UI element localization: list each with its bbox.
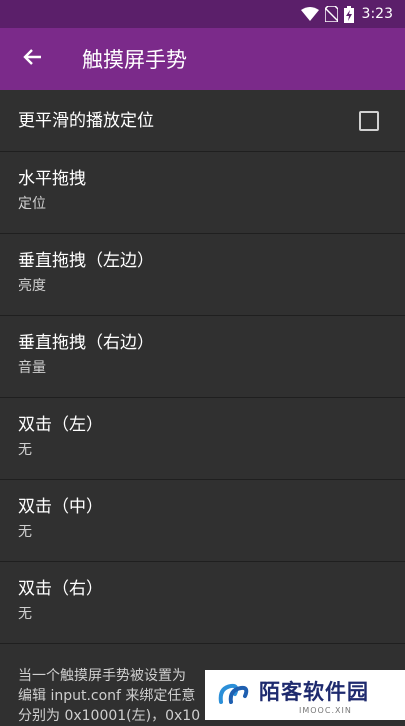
setting-vertical-drag-right[interactable]: 垂直拖拽（右边） 音量 — [0, 316, 405, 398]
setting-horizontal-drag[interactable]: 水平拖拽 定位 — [0, 152, 405, 234]
setting-smooth-seek[interactable]: 更平滑的播放定位 — [0, 90, 405, 152]
setting-title: 水平拖拽 — [18, 169, 86, 189]
setting-title: 垂直拖拽（左边） — [18, 251, 154, 271]
battery-charging-icon — [343, 5, 354, 23]
no-sim-icon — [324, 6, 338, 22]
page-title: 触摸屏手势 — [82, 48, 187, 72]
setting-title: 垂直拖拽（右边） — [18, 333, 154, 353]
setting-summary: 定位 — [18, 196, 46, 212]
setting-double-tap-left[interactable]: 双击（左） 无 — [0, 398, 405, 480]
status-bar: 3:23 — [0, 0, 405, 28]
setting-summary: 无 — [18, 606, 32, 622]
setting-vertical-drag-left[interactable]: 垂直拖拽（左边） 亮度 — [0, 234, 405, 316]
setting-title: 双击（右） — [18, 579, 103, 599]
status-time: 3:23 — [361, 6, 393, 22]
setting-summary: 亮度 — [18, 278, 46, 294]
setting-summary: 无 — [18, 442, 32, 458]
back-button[interactable] — [0, 28, 64, 90]
watermark-title: 陌客软件园 — [259, 678, 369, 704]
wifi-icon — [300, 7, 319, 21]
watermark: 陌客软件园 IMOOC.XIN — [205, 670, 405, 720]
setting-title: 更平滑的播放定位 — [18, 110, 154, 131]
setting-summary: 音量 — [18, 360, 46, 376]
arrow-back-icon — [22, 47, 42, 71]
settings-list: 更平滑的播放定位 水平拖拽 定位 垂直拖拽（左边） 亮度 垂直拖拽（右边） 音量… — [0, 90, 405, 644]
watermark-subtitle: IMOOC.XIN — [299, 705, 352, 715]
watermark-logo-icon — [217, 680, 251, 710]
setting-double-tap-center[interactable]: 双击（中） 无 — [0, 480, 405, 562]
setting-double-tap-right[interactable]: 双击（右） 无 — [0, 562, 405, 644]
smooth-seek-checkbox[interactable] — [359, 111, 379, 131]
setting-title: 双击（中） — [18, 497, 103, 517]
setting-summary: 无 — [18, 524, 32, 540]
setting-title: 双击（左） — [18, 415, 103, 435]
app-bar: 触摸屏手势 — [0, 28, 405, 90]
